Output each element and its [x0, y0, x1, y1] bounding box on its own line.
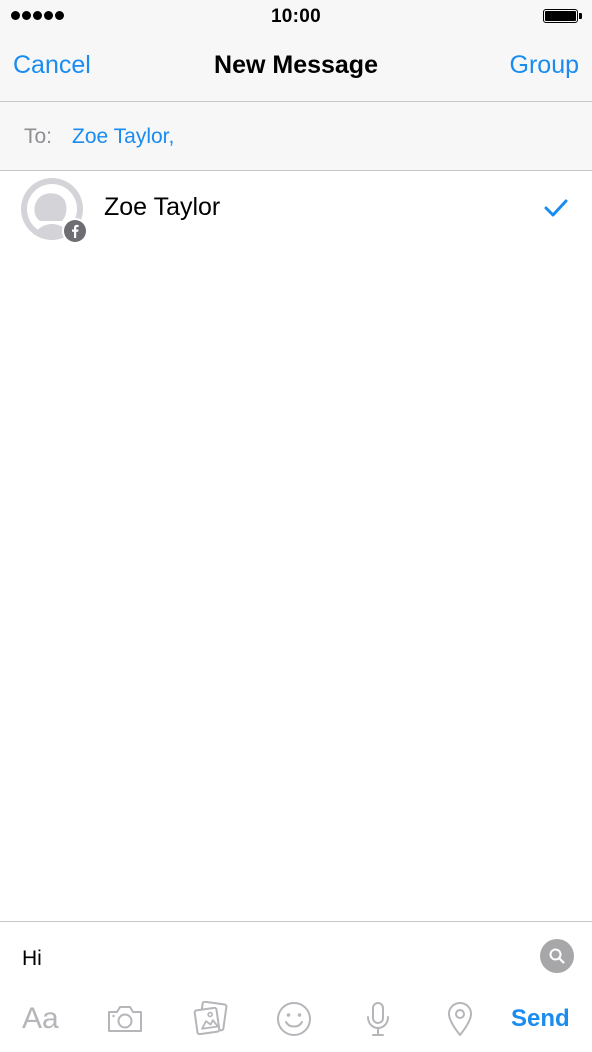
group-button[interactable]: Group — [510, 51, 579, 80]
contact-name: Zoe Taylor — [104, 193, 221, 221]
facebook-badge-icon — [62, 218, 88, 244]
gallery-icon[interactable] — [190, 999, 230, 1039]
composer-toolbar: Aa Send — [0, 995, 592, 1045]
recipient-token[interactable]: Zoe Taylor, — [72, 125, 174, 149]
status-time: 10:00 — [270, 6, 322, 27]
location-icon[interactable] — [440, 999, 480, 1039]
status-bar: 10:00 — [0, 0, 592, 34]
emoji-icon[interactable] — [274, 999, 314, 1039]
new-message-screen: 10:00 Cancel New Message Group To: Zoe T… — [0, 0, 592, 1052]
send-button[interactable]: Send — [511, 999, 570, 1039]
composer: Aa — [0, 921, 592, 1052]
cancel-button[interactable]: Cancel — [13, 51, 91, 80]
microphone-icon[interactable] — [358, 999, 398, 1039]
message-input[interactable] — [22, 944, 522, 974]
search-icon[interactable] — [540, 939, 574, 973]
to-field[interactable]: To: Zoe Taylor, — [0, 102, 592, 171]
camera-icon[interactable] — [105, 999, 145, 1039]
to-label: To: — [24, 125, 53, 148]
text-format-button[interactable]: Aa — [22, 999, 59, 1039]
battery-full-icon — [543, 9, 582, 23]
checkmark-icon — [544, 198, 568, 218]
navigation-bar: Cancel New Message Group — [0, 34, 592, 102]
contact-row[interactable]: Zoe Taylor — [0, 171, 592, 251]
